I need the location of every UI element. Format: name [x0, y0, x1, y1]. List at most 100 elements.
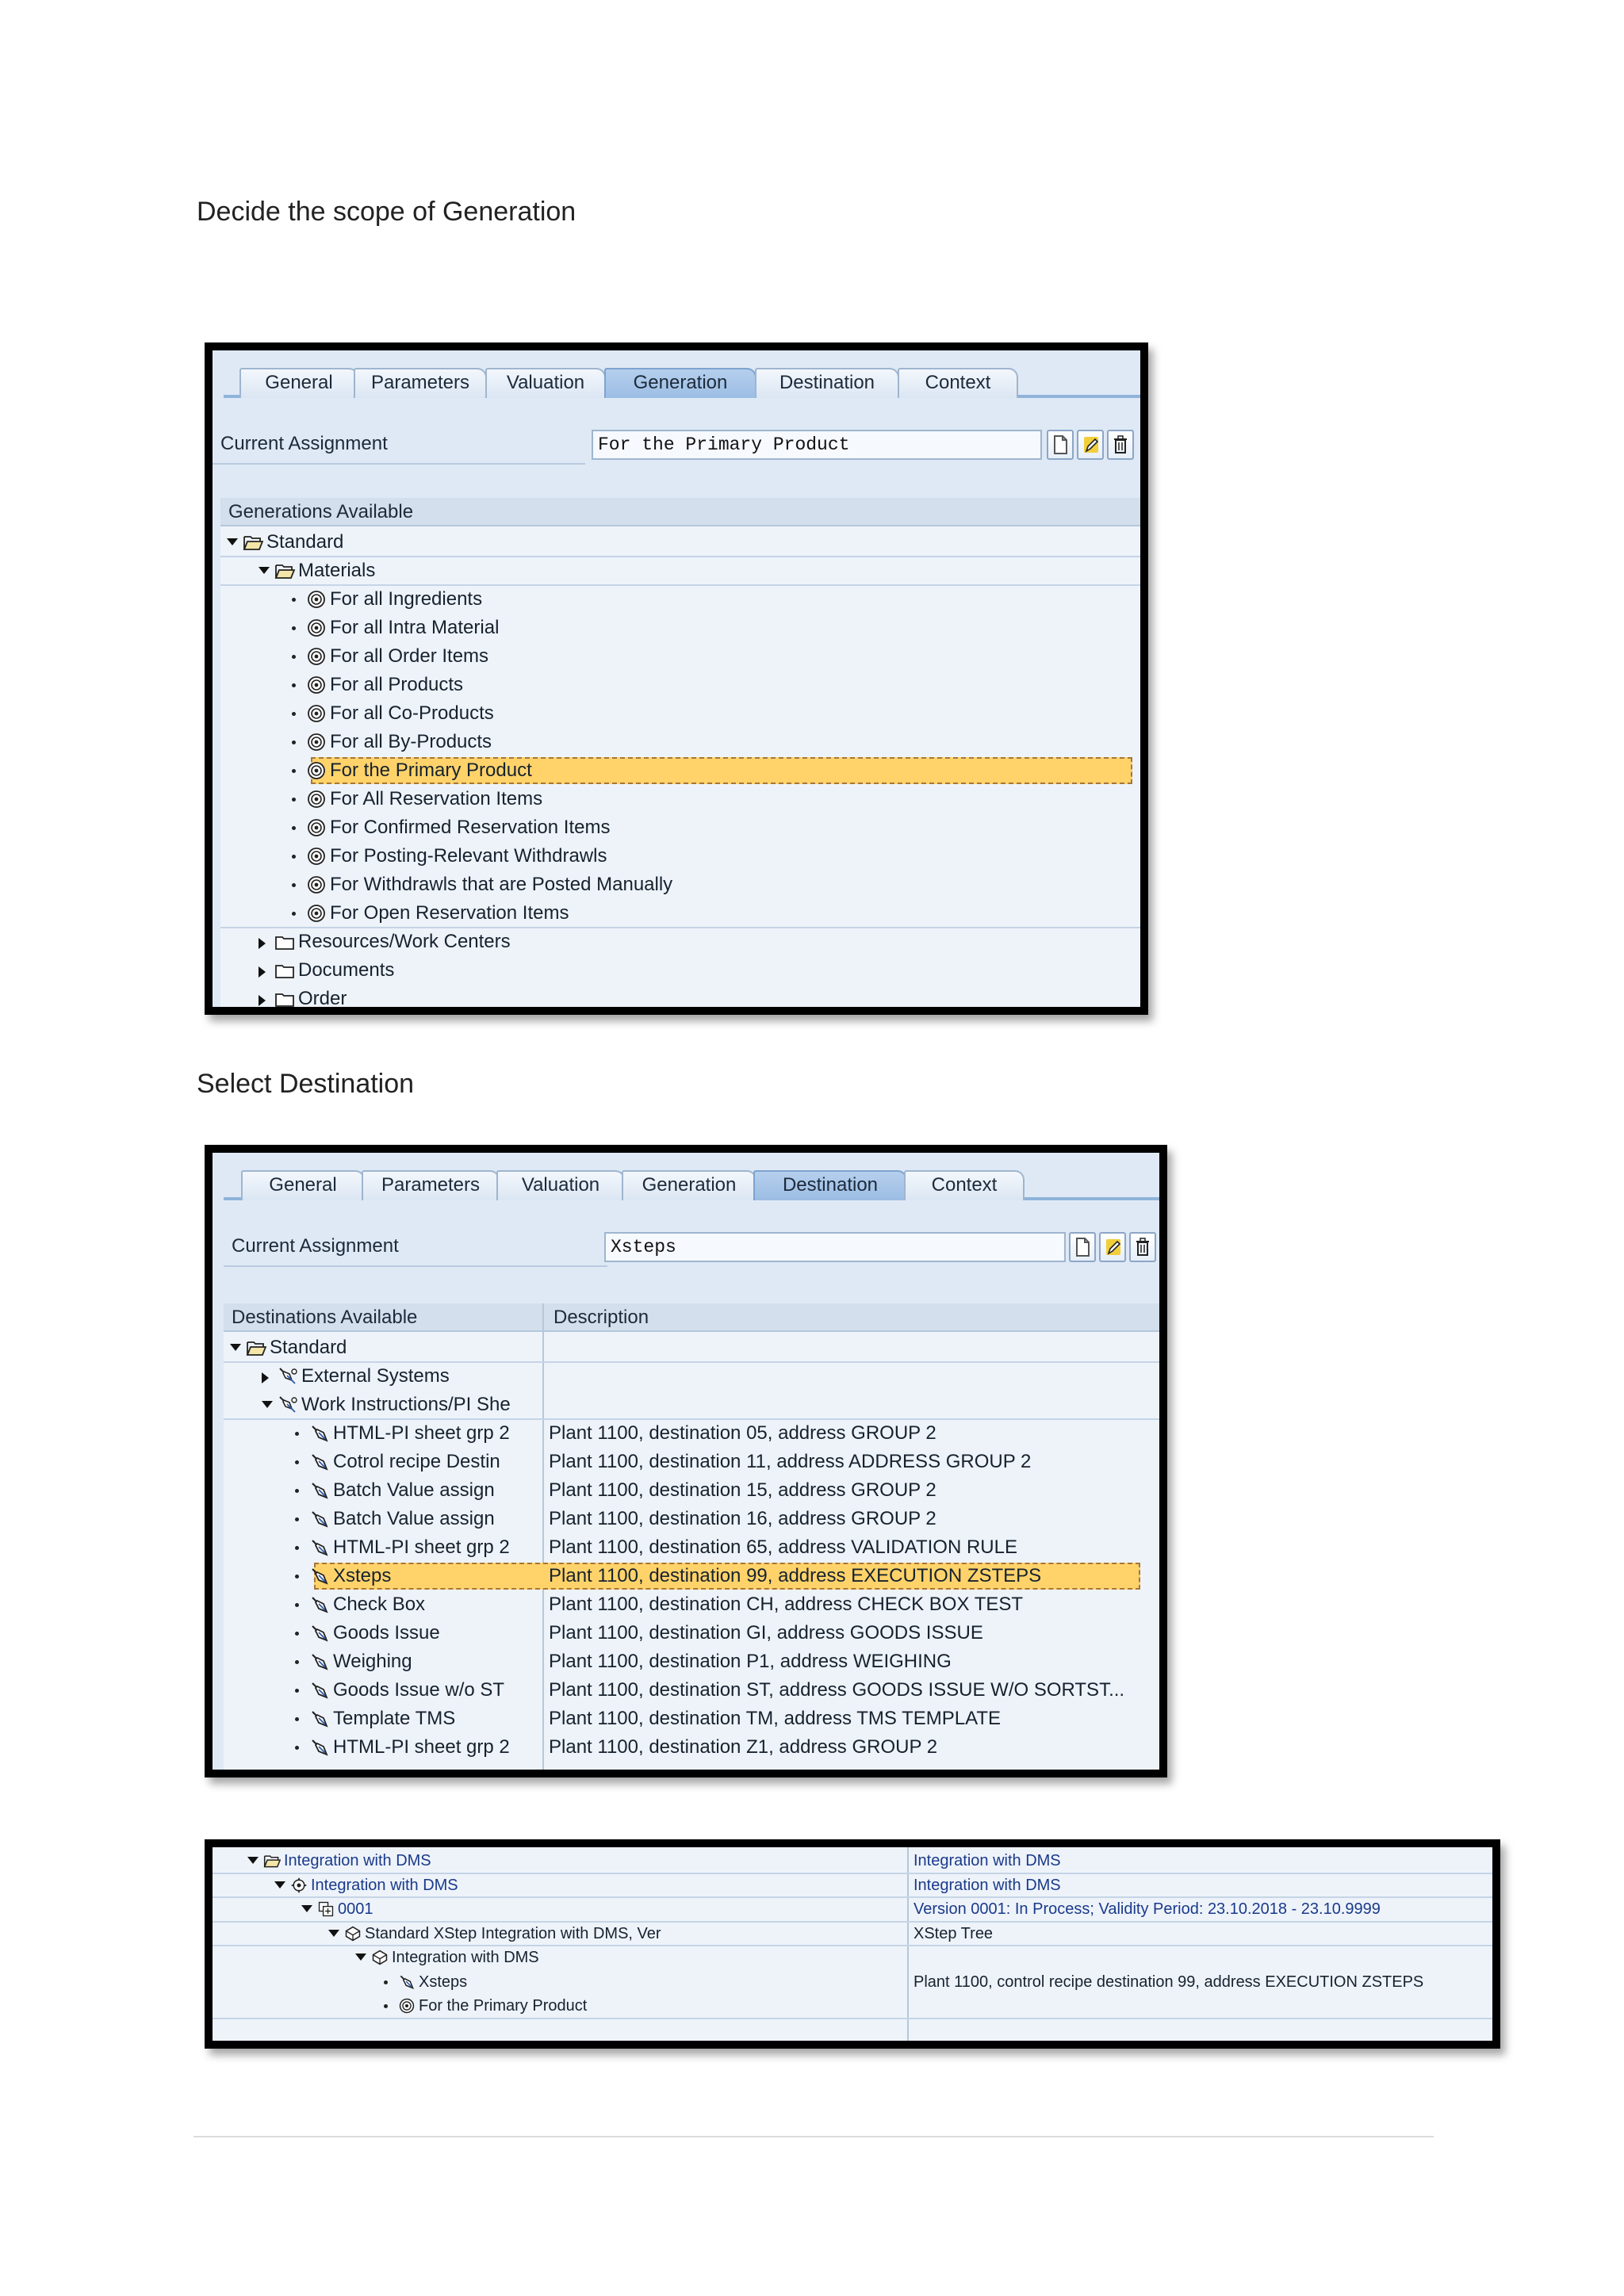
- node-description: Plant 1100, destination CH, address CHEC…: [549, 1594, 1024, 1615]
- generation-icon: [308, 619, 325, 637]
- tree-node-label: For all Order Items: [330, 645, 489, 667]
- tree-node[interactable]: Batch Value assign Plant 1100, destinatio…: [224, 1505, 1159, 1533]
- tree-node[interactable]: External Systems: [224, 1362, 1159, 1391]
- expand-arrow-icon[interactable]: [301, 1905, 312, 1913]
- tree-node[interactable]: HTML-PI sheet grp 2 Plant 1100, destinati…: [224, 1419, 1159, 1448]
- tree-node-label: Xsteps: [333, 1565, 392, 1586]
- tree-node-label: For all Intra Material: [330, 617, 500, 638]
- expand-arrow-icon[interactable]: [274, 1881, 285, 1888]
- tab-general[interactable]: General: [241, 1170, 365, 1200]
- tree-node[interactable]: Cotrol recipe Destin Plant 1100, destinat…: [224, 1448, 1159, 1476]
- tab-valuation[interactable]: Valuation: [496, 1170, 625, 1200]
- tree-node-label: Integration with DMS: [392, 1949, 539, 1966]
- tree-node[interactable]: For All Reservation Items: [220, 785, 1140, 813]
- tree-node[interactable]: Integration with DMS: [213, 1946, 1492, 1970]
- tree-node[interactable]: HTML-PI sheet grp 2 Plant 1100, destinati…: [224, 1533, 1159, 1562]
- tree-node[interactable]: For all By-Products: [220, 728, 1140, 756]
- delete-button[interactable]: [1107, 430, 1134, 460]
- tree-node[interactable]: For all Order Items: [220, 642, 1140, 671]
- node-description: Plant 1100, destination TM, address TMS …: [549, 1708, 1002, 1729]
- collapse-arrow-icon[interactable]: [259, 995, 266, 1006]
- generation-icon: [308, 905, 325, 922]
- tab-general[interactable]: General: [239, 368, 358, 398]
- version-icon: [318, 1902, 334, 1917]
- node-description: Plant 1100, destination GI, address GOOD…: [549, 1622, 983, 1644]
- tab-valuation[interactable]: Valuation: [485, 368, 606, 398]
- tree-node[interactable]: Batch Value assign Plant 1100, destinatio…: [224, 1476, 1159, 1505]
- tree-node[interactable]: For all Products: [220, 671, 1140, 699]
- tree-node[interactable]: For Posting-Relevant Withdrawls: [220, 842, 1140, 871]
- current-assignment-label: Current Assignment: [220, 433, 388, 454]
- destination-group-icon: [279, 1368, 297, 1384]
- tree-node[interactable]: Standard: [224, 1334, 1159, 1362]
- tab-destination[interactable]: Destination: [753, 1170, 907, 1200]
- tree-node[interactable]: HTML-PI sheet grp 2 Plant 1100, destinati…: [224, 1733, 1159, 1762]
- leaf-bullet: [292, 712, 296, 716]
- tree-node[interactable]: Order: [220, 985, 1140, 1007]
- tree-node[interactable]: For all Co-Products: [220, 699, 1140, 728]
- leaf-bullet: [295, 1432, 299, 1436]
- tab-context[interactable]: Context: [898, 368, 1018, 398]
- tree-node[interactable]: Documents: [220, 956, 1140, 985]
- tab-parameters[interactable]: Parameters: [354, 368, 487, 398]
- generation-icon: [308, 705, 325, 722]
- tree-node[interactable]: Materials: [220, 557, 1140, 585]
- tree-node[interactable]: For Open Reservation Items: [220, 899, 1140, 928]
- folder-open-icon: [243, 536, 263, 550]
- expand-arrow-icon[interactable]: [262, 1401, 273, 1408]
- tab-context[interactable]: Context: [904, 1170, 1025, 1200]
- collapse-arrow-icon[interactable]: [259, 966, 266, 978]
- tree-node[interactable]: Check Box Plant 1100, destination CH, add…: [224, 1590, 1159, 1619]
- tree-node-label: HTML-PI sheet grp 2: [333, 1736, 510, 1758]
- create-button[interactable]: [1069, 1232, 1096, 1262]
- tree-node[interactable]: For the Primary Product: [213, 1994, 1492, 2019]
- destinations-tree: Destinations Available Description Stand…: [224, 1303, 1159, 1770]
- heading-select-destination: Select Destination: [197, 1069, 415, 1099]
- expand-arrow-icon[interactable]: [355, 1954, 366, 1961]
- expand-arrow-icon[interactable]: [247, 1857, 259, 1865]
- edit-button[interactable]: [1077, 430, 1104, 460]
- expand-arrow-icon[interactable]: [230, 1344, 241, 1351]
- tab-generation[interactable]: Generation: [604, 368, 756, 398]
- tree-node[interactable]: Standard XStep Integration with DMS, Ver…: [213, 1922, 1492, 1946]
- expand-arrow-icon[interactable]: [328, 1929, 339, 1937]
- current-assignment-field[interactable]: Xsteps: [604, 1232, 1066, 1262]
- tab-destination[interactable]: Destination: [755, 368, 899, 398]
- edit-button[interactable]: [1099, 1232, 1126, 1262]
- tree-node[interactable]: Standard: [220, 528, 1140, 557]
- create-button[interactable]: [1047, 430, 1074, 460]
- collapse-arrow-icon[interactable]: [259, 938, 266, 949]
- tree-node[interactable]: 0001 Version 0001: In Process; Validity P…: [213, 1897, 1492, 1922]
- tree-node[interactable]: Resources/Work Centers: [220, 928, 1140, 956]
- destination-icon: [312, 1454, 328, 1471]
- leaf-bullet: [295, 1517, 299, 1521]
- current-assignment-field[interactable]: For the Primary Product: [592, 430, 1042, 460]
- tree-node[interactable]: Weighing Plant 1100, destination P1, addr…: [224, 1647, 1159, 1676]
- tree-node[interactable]: Xsteps Plant 1100, control recipe destina…: [213, 1970, 1492, 1995]
- tree-node[interactable]: Xsteps Plant 1100, destination 99, addres…: [224, 1562, 1159, 1590]
- tree-node[interactable]: For all Intra Material: [220, 614, 1140, 642]
- expand-arrow-icon[interactable]: [227, 538, 238, 545]
- tree-node[interactable]: Goods Issue Plant 1100, destination GI, a…: [224, 1619, 1159, 1647]
- tree-node[interactable]: For Withdrawls that are Posted Manually: [220, 871, 1140, 899]
- destination-icon: [312, 1654, 328, 1670]
- tree-node[interactable]: Work Instructions/PI She: [224, 1391, 1159, 1419]
- node-description: Plant 1100, control recipe destination 9…: [914, 1973, 1424, 1991]
- tree-node[interactable]: For Confirmed Reservation Items: [220, 813, 1140, 842]
- tree-node[interactable]: Goods Issue w/o ST Plant 1100, destinatio…: [224, 1676, 1159, 1705]
- leaf-bullet: [292, 855, 296, 859]
- tree-node-label: Order: [298, 988, 347, 1007]
- tree-node[interactable]: For all Ingredients: [220, 585, 1140, 614]
- leaf-bullet: [295, 1632, 299, 1636]
- leaf-bullet: [292, 798, 296, 802]
- tab-parameters[interactable]: Parameters: [362, 1170, 500, 1200]
- tree-node[interactable]: Integration with DMS Integration with DMS: [213, 1873, 1492, 1898]
- tab-generation[interactable]: Generation: [622, 1170, 756, 1200]
- expand-arrow-icon[interactable]: [259, 567, 270, 574]
- tree-node[interactable]: Integration with DMS Integration with DMS: [213, 1849, 1492, 1873]
- tree-node[interactable]: Template TMS Plant 1100, destination TM, …: [224, 1705, 1159, 1733]
- delete-button[interactable]: [1129, 1232, 1156, 1262]
- generation-icon: [308, 876, 325, 894]
- tree-node[interactable]: For the Primary Product: [220, 756, 1140, 785]
- collapse-arrow-icon[interactable]: [262, 1372, 269, 1383]
